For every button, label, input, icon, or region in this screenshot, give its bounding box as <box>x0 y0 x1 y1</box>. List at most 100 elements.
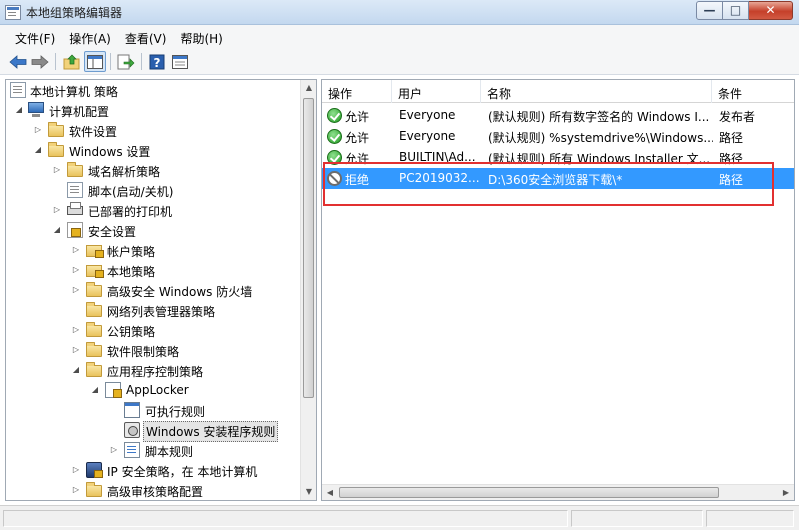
properties-icon <box>172 54 188 69</box>
tree-item-label: 帐户策略 <box>107 245 156 259</box>
close-button[interactable]: ✕ <box>749 1 793 20</box>
tree-item-label: 脚本规则 <box>145 445 194 459</box>
tree-item-root[interactable]: 本地计算机 策略 <box>6 80 298 100</box>
scroll-down-arrow-icon[interactable]: ▼ <box>301 484 316 500</box>
security-settings-icon <box>67 222 83 238</box>
tree-item-label: 本地计算机 策略 <box>30 85 118 99</box>
menu-help[interactable]: 帮助(H) <box>173 25 229 49</box>
folder-icon <box>86 362 102 377</box>
column-header-action[interactable]: 操作 <box>322 80 392 103</box>
tree-item-software-restriction[interactable]: ▷ 软件限制策略 <box>6 340 298 360</box>
scrollbar-thumb[interactable] <box>303 98 314 398</box>
tree-item-label: 软件设置 <box>69 125 118 139</box>
menu-view[interactable]: 查看(V) <box>118 25 174 49</box>
tree-item-installer-rules[interactable]: Windows 安装程序规则 <box>6 420 298 442</box>
tree-item-app-control[interactable]: ◢ 应用程序控制策略 <box>6 360 298 380</box>
collapse-arrow-icon[interactable]: ◢ <box>14 104 24 116</box>
tree-item-label: 本地策略 <box>107 265 156 279</box>
expand-arrow-icon[interactable]: ▷ <box>52 204 62 216</box>
toolbar-separator <box>141 53 142 70</box>
rule-user: Everyone <box>399 129 456 143</box>
help-button[interactable]: ? <box>146 51 168 72</box>
properties-button[interactable] <box>169 51 191 72</box>
tree-item-software-settings[interactable]: ▷ 软件设置 <box>6 120 298 140</box>
scroll-right-arrow-icon[interactable]: ▶ <box>778 485 794 500</box>
tree-item-label: 网络列表管理器策略 <box>107 305 216 319</box>
column-header-user[interactable]: 用户 <box>392 80 481 103</box>
tree-item-label: AppLocker <box>126 383 189 397</box>
scroll-up-arrow-icon[interactable]: ▲ <box>301 80 316 96</box>
tree-item-executable-rules[interactable]: 可执行规则 <box>6 400 298 420</box>
tree-item-security-settings[interactable]: ◢ 安全设置 <box>6 220 298 240</box>
tree-item-account-policies[interactable]: ▷ 帐户策略 <box>6 240 298 260</box>
tree-item-network-list[interactable]: 网络列表管理器策略 <box>6 300 298 320</box>
collapse-arrow-icon[interactable]: ◢ <box>71 364 81 376</box>
maximize-button[interactable]: □ <box>723 1 749 20</box>
menu-file[interactable]: 文件(F) <box>8 25 62 49</box>
column-header-condition[interactable]: 条件 <box>712 80 794 103</box>
collapse-arrow-icon[interactable]: ◢ <box>33 144 43 156</box>
script-document-icon <box>67 182 83 198</box>
back-button[interactable] <box>7 51 29 72</box>
rule-name: (默认规则) 所有数字签名的 Windows I... <box>488 110 710 124</box>
list-horizontal-scrollbar[interactable]: ◀ ▶ <box>322 484 794 500</box>
tree-item-label: 应用程序控制策略 <box>107 365 204 379</box>
tree-item-label: Windows 设置 <box>69 145 151 159</box>
expand-arrow-icon[interactable]: ▷ <box>71 464 81 476</box>
scrollbar-thumb[interactable] <box>339 487 719 498</box>
tree-item-windows-settings[interactable]: ◢ Windows 设置 <box>6 140 298 160</box>
show-hide-tree-button[interactable] <box>84 51 106 72</box>
expand-arrow-icon[interactable]: ▷ <box>71 324 81 336</box>
folder-icon <box>86 322 102 337</box>
tree-item-deployed-printers[interactable]: ▷ 已部署的打印机 <box>6 200 298 220</box>
expand-arrow-icon[interactable]: ▷ <box>71 344 81 356</box>
column-header-name[interactable]: 名称 <box>481 80 712 103</box>
tree-item-public-key[interactable]: ▷ 公钥策略 <box>6 320 298 340</box>
collapse-arrow-icon[interactable]: ◢ <box>90 384 100 396</box>
menu-action[interactable]: 操作(A) <box>62 25 118 49</box>
tree-item-local-policies[interactable]: ▷ 本地策略 <box>6 260 298 280</box>
script-rules-icon <box>124 442 140 458</box>
collapse-arrow-icon[interactable]: ◢ <box>52 224 62 236</box>
back-icon <box>9 54 27 69</box>
export-list-button[interactable] <box>115 51 137 72</box>
tree-item-computer-config[interactable]: ◢ 计算机配置 <box>6 100 298 120</box>
minimize-button[interactable]: — <box>696 1 723 20</box>
expand-arrow-icon[interactable]: ▷ <box>109 444 119 456</box>
expand-arrow-icon[interactable]: ▷ <box>71 284 81 296</box>
tree-item-label: 高级安全 Windows 防火墙 <box>107 285 253 299</box>
scroll-left-arrow-icon[interactable]: ◀ <box>322 485 338 500</box>
folder-icon <box>86 282 102 297</box>
tree-vertical-scrollbar[interactable]: ▲ ▼ <box>300 80 316 500</box>
toolbar: ? <box>0 49 799 75</box>
rule-row[interactable]: 允许 Everyone (默认规则) %systemdrive%\Windows… <box>322 126 794 147</box>
rules-list-pane[interactable]: 操作 用户 名称 条件 允许 Everyone (默认规则) 所有数字签名的 W… <box>321 79 795 501</box>
forward-button[interactable] <box>29 51 51 72</box>
forward-icon <box>31 54 49 69</box>
tree-item-script-rules[interactable]: ▷ 脚本规则 <box>6 440 298 460</box>
expand-arrow-icon[interactable]: ▷ <box>71 244 81 256</box>
export-icon <box>117 54 135 69</box>
tree-item-name-resolution[interactable]: ▷ 域名解析策略 <box>6 160 298 180</box>
rule-name: (默认规则) %systemdrive%\Windows... <box>488 131 713 145</box>
up-one-level-button[interactable] <box>61 51 83 72</box>
up-folder-icon <box>63 54 80 69</box>
expand-arrow-icon[interactable]: ▷ <box>71 484 81 496</box>
status-segment <box>571 510 703 527</box>
tree-item-scripts[interactable]: 脚本(启动/关机) <box>6 180 298 200</box>
tree-pane[interactable]: 本地计算机 策略 ◢ 计算机配置 ▷ 软件设置 ◢ Windows 设置 ▷ 域… <box>5 79 317 501</box>
tree-item-advanced-audit[interactable]: ▷ 高级审核策略配置 <box>6 480 298 500</box>
maximize-icon: □ <box>729 3 742 17</box>
rule-row[interactable]: 允许 Everyone (默认规则) 所有数字签名的 Windows I... … <box>322 105 794 126</box>
tree-item-label: 计算机配置 <box>49 105 110 119</box>
status-bar <box>0 505 799 530</box>
menu-bar: 文件(F) 操作(A) 查看(V) 帮助(H) <box>0 25 799 49</box>
tree-item-ip-security[interactable]: ▷ IP 安全策略，在 本地计算机 <box>6 460 298 480</box>
tree-item-firewall[interactable]: ▷ 高级安全 Windows 防火墙 <box>6 280 298 300</box>
ip-security-icon <box>86 462 103 478</box>
expand-arrow-icon[interactable]: ▷ <box>33 124 43 136</box>
expand-arrow-icon[interactable]: ▷ <box>71 264 81 276</box>
expand-arrow-icon[interactable]: ▷ <box>52 164 62 176</box>
installer-rules-icon <box>124 422 140 438</box>
tree-item-applocker[interactable]: ◢ AppLocker <box>6 380 298 400</box>
